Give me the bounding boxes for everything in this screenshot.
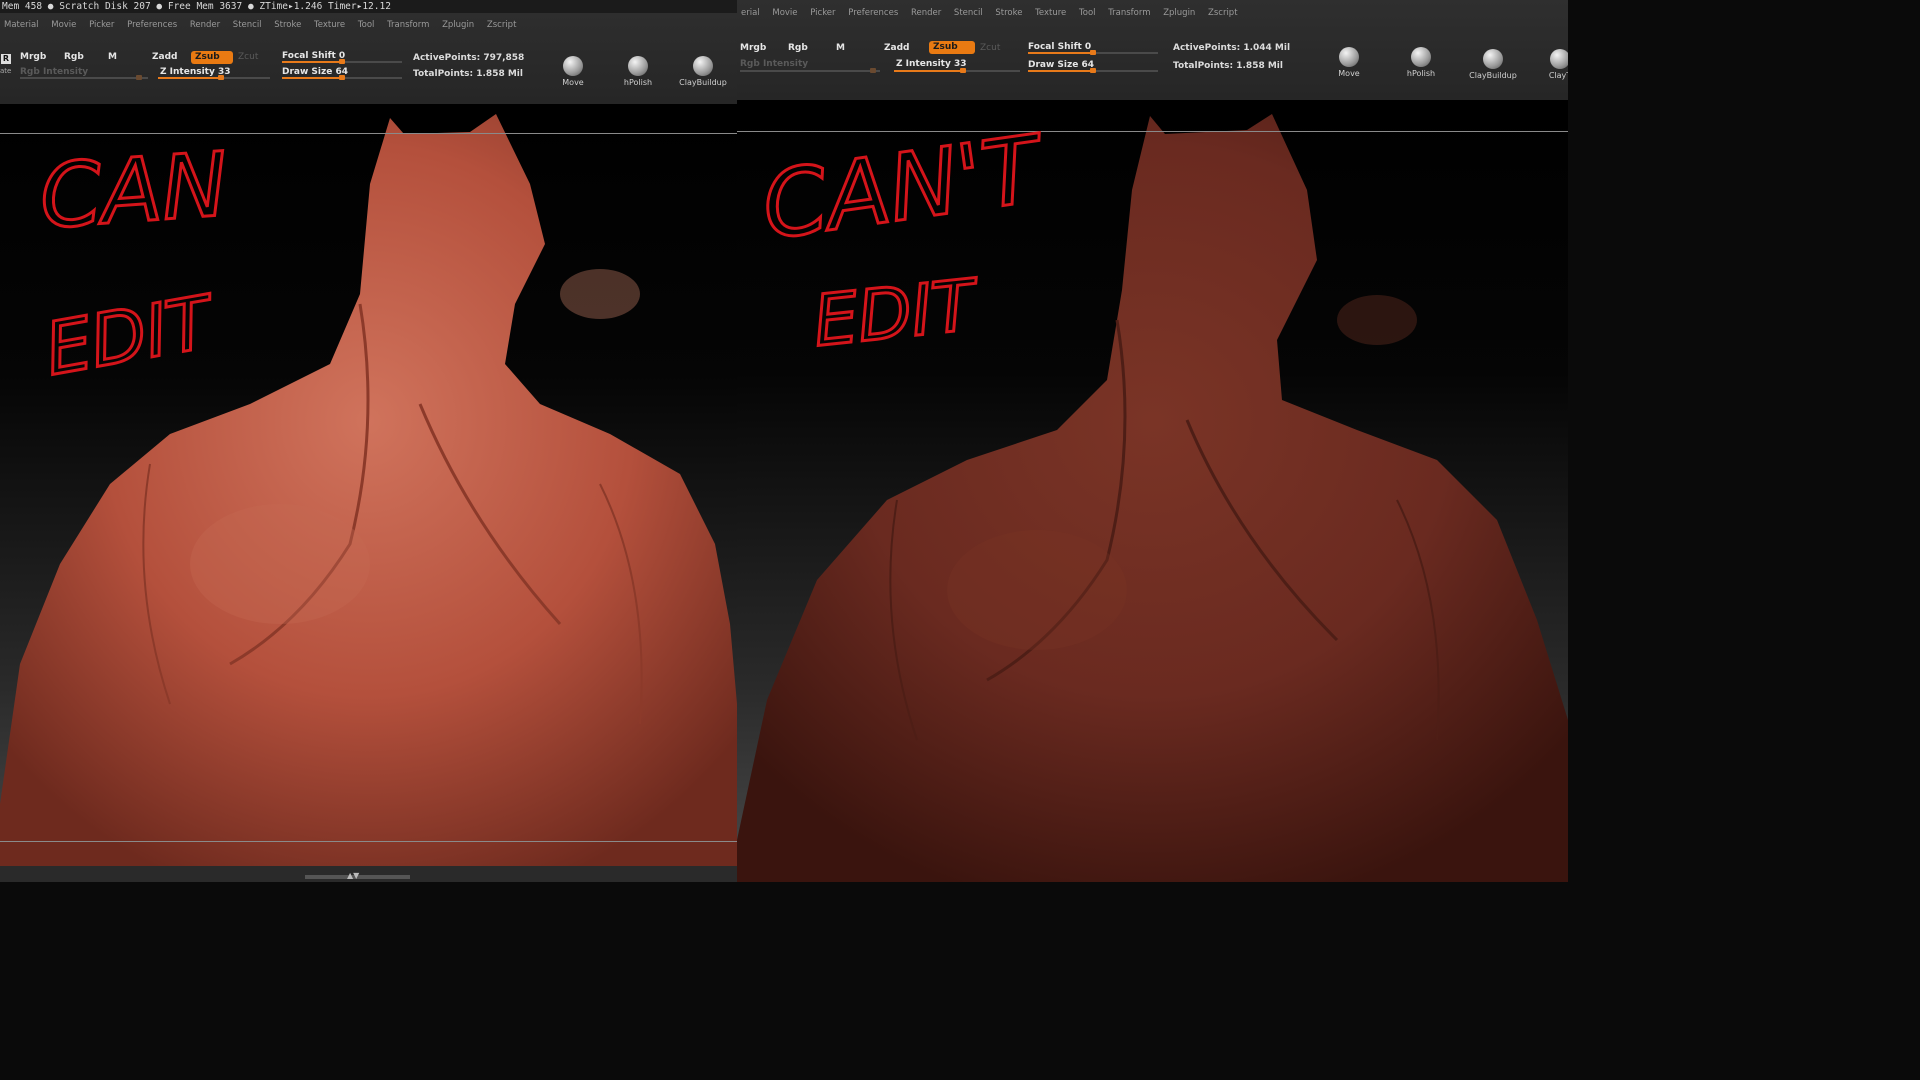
menu-movie[interactable]: Movie xyxy=(47,18,82,33)
document-viewport[interactable] xyxy=(0,104,737,882)
menu-tool[interactable]: Tool xyxy=(354,18,381,33)
brush-label: ClayBuildup xyxy=(679,78,727,87)
menu-stencil[interactable]: Stencil xyxy=(950,6,989,21)
expand-arrow-icon[interactable]: ▲▼ xyxy=(347,871,359,880)
z-intensity-slider[interactable] xyxy=(894,68,1020,73)
main-menu: Material Movie Picker Preferences Render… xyxy=(0,18,737,33)
sculpt-model-render xyxy=(737,114,1568,882)
brush-label: hPolish xyxy=(1406,69,1436,78)
rgb-intensity-slider-label[interactable]: Rgb Intensity xyxy=(740,59,808,69)
menu-picker[interactable]: Picker xyxy=(806,6,841,21)
m-button[interactable]: M xyxy=(108,52,117,62)
brush-claytubes[interactable]: ClayT xyxy=(1531,49,1568,89)
move-brush-icon xyxy=(1339,47,1359,67)
right-screenshot-panel: erial Movie Picker Preferences Render St… xyxy=(737,0,1568,882)
brush-move[interactable]: Move xyxy=(1320,47,1378,87)
horizon-guide-line xyxy=(737,131,1568,132)
claybuildup-brush-icon xyxy=(1483,49,1503,69)
mrgb-button[interactable]: Mrgb xyxy=(20,52,46,62)
menu-preferences[interactable]: Preferences xyxy=(123,18,183,33)
move-brush-icon xyxy=(563,56,583,76)
status-bar: Mem 458 ● Scratch Disk 207 ● Free Mem 36… xyxy=(0,0,737,13)
m-button[interactable]: M xyxy=(836,43,845,53)
total-points: TotalPoints: 1.858 Mil xyxy=(413,69,523,79)
menu-picker[interactable]: Picker xyxy=(85,18,120,33)
menu-material[interactable]: erial xyxy=(737,6,766,21)
menu-texture[interactable]: Texture xyxy=(310,18,351,33)
menu-zplugin[interactable]: Zplugin xyxy=(438,18,480,33)
menu-transform[interactable]: Transform xyxy=(383,18,435,33)
brush-hpolish[interactable]: hPolish xyxy=(1392,47,1450,87)
menu-texture[interactable]: Texture xyxy=(1031,6,1072,21)
z-intensity-label: Z Intensity 33 xyxy=(896,59,967,69)
floor-guide-line xyxy=(0,841,737,842)
zbrush-toolbar: erial Movie Picker Preferences Render St… xyxy=(737,0,1568,100)
menu-zscript[interactable]: Zscript xyxy=(1204,6,1244,21)
menu-render[interactable]: Render xyxy=(186,18,226,33)
rgb-button[interactable]: Rgb xyxy=(64,52,84,62)
hpolish-brush-icon xyxy=(1411,47,1431,67)
menu-material[interactable]: Material xyxy=(0,18,45,33)
sculpt-model-render xyxy=(0,114,737,882)
brush-label: hPolish xyxy=(623,78,653,87)
brush-claybuildup[interactable]: ClayBuildup xyxy=(1464,49,1522,89)
rgb-intensity-slider-label[interactable]: Rgb Intensity xyxy=(20,67,88,77)
document-viewport[interactable] xyxy=(737,100,1568,882)
z-intensity-slider[interactable] xyxy=(158,75,270,80)
brush-label: ClayT xyxy=(1548,71,1568,80)
focal-shift-slider[interactable] xyxy=(1028,50,1158,55)
hpolish-brush-icon xyxy=(628,56,648,76)
brush-claybuildup[interactable]: ClayBuildup xyxy=(674,56,732,96)
zadd-button[interactable]: Zadd xyxy=(152,52,177,62)
horizon-guide-line xyxy=(0,133,737,134)
claytubes-brush-icon xyxy=(1550,49,1568,69)
menu-tool[interactable]: Tool xyxy=(1075,6,1102,21)
main-menu: erial Movie Picker Preferences Render St… xyxy=(737,6,1568,21)
zcut-button[interactable]: Zcut xyxy=(238,52,258,62)
brush-move[interactable]: Move xyxy=(544,56,602,96)
draw-size-label: Draw Size 64 xyxy=(1028,60,1094,70)
focal-shift-label: Focal Shift 0 xyxy=(282,51,346,61)
draw-size-slider[interactable] xyxy=(1028,68,1158,73)
menu-zscript[interactable]: Zscript xyxy=(483,18,523,33)
menu-preferences[interactable]: Preferences xyxy=(844,6,904,21)
mrgb-button[interactable]: Mrgb xyxy=(740,43,766,53)
left-screenshot-panel: Mem 458 ● Scratch Disk 207 ● Free Mem 36… xyxy=(0,0,737,882)
total-points: TotalPoints: 1.858 Mil xyxy=(1173,61,1283,71)
active-points: ActivePoints: 797,858 xyxy=(413,53,525,63)
brush-hpolish[interactable]: hPolish xyxy=(609,56,667,96)
bottom-shelf: ▲▼ xyxy=(0,866,737,882)
r-button[interactable]: R xyxy=(1,54,11,64)
menu-zplugin[interactable]: Zplugin xyxy=(1159,6,1201,21)
menu-transform[interactable]: Transform xyxy=(1104,6,1156,21)
side-label-fragment: ate xyxy=(0,67,12,75)
zbrush-toolbar: Mem 458 ● Scratch Disk 207 ● Free Mem 36… xyxy=(0,0,737,104)
menu-render[interactable]: Render xyxy=(907,6,947,21)
menu-stroke[interactable]: Stroke xyxy=(270,18,307,33)
rgb-intensity-slider[interactable] xyxy=(740,68,880,73)
zsub-button[interactable]: Zsub xyxy=(191,51,233,64)
draw-size-slider[interactable] xyxy=(282,75,402,80)
focal-shift-label: Focal Shift 0 xyxy=(1028,42,1092,52)
zsub-button[interactable]: Zsub xyxy=(929,41,975,54)
brush-label: Move xyxy=(1338,69,1360,78)
brush-label: ClayBuildup xyxy=(1469,71,1517,80)
zcut-button[interactable]: Zcut xyxy=(980,43,1000,53)
rgb-button[interactable]: Rgb xyxy=(788,43,808,53)
zadd-button[interactable]: Zadd xyxy=(884,43,909,53)
brush-label: Move xyxy=(562,78,584,87)
active-points: ActivePoints: 1.044 Mil xyxy=(1173,43,1291,53)
claybuildup-brush-icon xyxy=(693,56,713,76)
menu-movie[interactable]: Movie xyxy=(768,6,803,21)
rgb-intensity-slider[interactable] xyxy=(20,75,148,80)
menu-stencil[interactable]: Stencil xyxy=(229,18,268,33)
menu-stroke[interactable]: Stroke xyxy=(991,6,1028,21)
focal-shift-slider[interactable] xyxy=(282,59,402,64)
